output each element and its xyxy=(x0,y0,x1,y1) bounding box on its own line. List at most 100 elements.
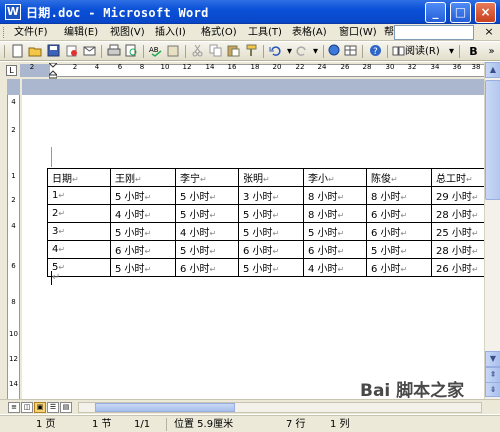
table-header-cell[interactable]: 李宁↵ xyxy=(175,168,239,187)
menu-tools[interactable]: 工具(T) xyxy=(248,25,282,40)
hyperlink-icon[interactable] xyxy=(327,44,342,59)
menu-view[interactable]: 视图(V) xyxy=(110,25,145,40)
horizontal-scrollbar[interactable] xyxy=(78,402,482,413)
email-icon[interactable] xyxy=(82,44,97,59)
table-cell[interactable]: 4 小时↵ xyxy=(110,204,176,223)
web-view-icon[interactable]: ◫ xyxy=(21,402,33,413)
data-table[interactable]: 日期↵ 王刚↵ 李宁↵ 张明↵ 李小↵ 陈俊↵ 总工时↵ 1↵ 5 小时↵ 5 … xyxy=(47,168,500,277)
next-page-icon[interactable]: ⇟ xyxy=(485,382,500,397)
document-close-icon[interactable]: × xyxy=(482,25,496,39)
word-app-icon[interactable]: W xyxy=(5,4,21,20)
table-cell[interactable]: 5 小时↵ xyxy=(175,204,239,223)
minimize-button[interactable]: _ xyxy=(425,2,446,23)
tab-selector[interactable]: L xyxy=(6,65,17,76)
options-dropdown-icon[interactable]: ▾ xyxy=(444,44,459,59)
print-icon[interactable] xyxy=(106,44,121,59)
table-cell[interactable]: 6 小时↵ xyxy=(366,258,432,277)
table-cell[interactable]: 5 小时↵ xyxy=(366,240,432,259)
table-cell[interactable]: 6 小时↵ xyxy=(238,240,304,259)
read-icon[interactable] xyxy=(391,44,406,59)
table-cell[interactable]: 5 小时↵ xyxy=(175,186,239,205)
table-row: 2↵ 4 小时↵ 5 小时↵ 5 小时↵ 8 小时↵ 6 小时↵ 28 小时↵ xyxy=(47,204,500,223)
read-mode-button[interactable]: 阅读(R) xyxy=(405,44,440,59)
help-question-box[interactable] xyxy=(394,25,474,40)
scroll-up-icon[interactable]: ▲ xyxy=(485,62,500,78)
previous-page-icon[interactable]: ⇞ xyxy=(485,367,500,383)
copy-icon[interactable] xyxy=(208,44,223,59)
horizontal-scroll-thumb[interactable] xyxy=(95,403,235,412)
format-painter-icon[interactable] xyxy=(244,44,259,59)
maximize-button[interactable]: □ xyxy=(450,2,471,23)
table-cell[interactable]: 5 小时↵ xyxy=(110,186,176,205)
table-cell[interactable]: 5 小时↵ xyxy=(238,258,304,277)
table-cell[interactable]: 6 小时↵ xyxy=(366,222,432,241)
cell-text: 28 小时 xyxy=(436,246,472,257)
research-icon[interactable] xyxy=(166,44,181,59)
table-cell[interactable]: 6 小时↵ xyxy=(175,258,239,277)
table-cell[interactable]: 4 小时↵ xyxy=(303,258,367,277)
indent-marker-icon[interactable] xyxy=(49,63,57,79)
menu-file[interactable]: 文件(F) xyxy=(14,25,48,40)
help-icon[interactable]: ? xyxy=(368,44,383,59)
table-cell[interactable]: 8 小时↵ xyxy=(366,186,432,205)
cell-end-mark: ↵ xyxy=(144,265,152,274)
table-cell[interactable]: 5 小时↵ xyxy=(175,240,239,259)
paste-icon[interactable] xyxy=(226,44,241,59)
table-cell[interactable]: 1↵ xyxy=(47,186,111,205)
toolbar-grip[interactable] xyxy=(4,45,5,58)
scroll-thumb[interactable] xyxy=(485,80,500,200)
scroll-down-icon[interactable]: ▼ xyxy=(485,351,500,367)
menu-edit[interactable]: 编辑(E) xyxy=(64,25,98,40)
redo-dropdown-icon[interactable]: ▾ xyxy=(308,44,323,59)
table-header-cell[interactable]: 张明↵ xyxy=(238,168,304,187)
table-cell[interactable]: 5 小时↵ xyxy=(238,222,304,241)
ruler-tick: 20 xyxy=(272,63,282,71)
cut-icon[interactable] xyxy=(190,44,205,59)
reading-view-icon[interactable]: ▤ xyxy=(60,402,72,413)
table-cell[interactable]: 3 小时↵ xyxy=(238,186,304,205)
table-cell[interactable]: 6 小时↵ xyxy=(366,204,432,223)
table-cell[interactable]: 5 小时↵ xyxy=(110,222,176,241)
print-layout-icon[interactable]: ▣ xyxy=(34,402,46,413)
print-preview-icon[interactable] xyxy=(124,44,139,59)
menu-grip[interactable] xyxy=(3,27,6,38)
cell-end-mark: ↵ xyxy=(272,211,280,220)
new-document-icon[interactable] xyxy=(10,44,25,59)
cell-end-mark: ↵ xyxy=(400,265,408,274)
table-cell[interactable]: 3↵ xyxy=(47,222,111,241)
cell-text: 5 小时 xyxy=(308,228,338,239)
table-cell[interactable]: 8 小时↵ xyxy=(303,204,367,223)
bold-button[interactable]: B xyxy=(466,44,481,59)
toolbar-overflow-icon[interactable]: » xyxy=(484,44,499,59)
table-cell[interactable]: 6 小时↵ xyxy=(110,240,176,259)
save-icon[interactable] xyxy=(46,44,61,59)
table-cell[interactable]: 2↵ xyxy=(47,204,111,223)
table-cell[interactable]: 6 小时↵ xyxy=(303,240,367,259)
vertical-scrollbar[interactable]: ▲ ▼ ⇞ ⇟ xyxy=(484,62,500,399)
table-cell[interactable]: 8 小时↵ xyxy=(303,186,367,205)
table-cell[interactable]: 4↵ xyxy=(47,240,111,259)
menu-window[interactable]: 窗口(W) xyxy=(339,25,377,40)
table-cell[interactable]: 5 小时↵ xyxy=(238,204,304,223)
table-header-cell[interactable]: 陈俊↵ xyxy=(366,168,432,187)
table-cell[interactable]: 4 小时↵ xyxy=(175,222,239,241)
menu-format[interactable]: 格式(O) xyxy=(201,25,237,40)
undo-icon[interactable] xyxy=(268,44,283,59)
table-cell[interactable]: 5 小时↵ xyxy=(303,222,367,241)
tables-borders-icon[interactable] xyxy=(343,44,358,59)
table-cell[interactable]: 5 小时↵ xyxy=(110,258,176,277)
close-button[interactable]: × xyxy=(475,2,496,23)
menu-insert[interactable]: 插入(I) xyxy=(155,25,186,40)
cell-end-mark: ↵ xyxy=(209,265,217,274)
table-header-cell[interactable]: 日期↵ xyxy=(47,168,111,187)
spelling-icon[interactable]: AB xyxy=(148,44,163,59)
outline-view-icon[interactable]: ☰ xyxy=(47,402,59,413)
normal-view-icon[interactable]: ≡ xyxy=(8,402,20,413)
cell-text: 5 小时 xyxy=(180,246,210,257)
open-folder-icon[interactable] xyxy=(28,44,43,59)
redo-icon[interactable] xyxy=(294,44,309,59)
table-header-cell[interactable]: 王刚↵ xyxy=(110,168,176,187)
menu-table[interactable]: 表格(A) xyxy=(292,25,327,40)
table-header-cell[interactable]: 李小↵ xyxy=(303,168,367,187)
permission-icon[interactable] xyxy=(64,44,79,59)
